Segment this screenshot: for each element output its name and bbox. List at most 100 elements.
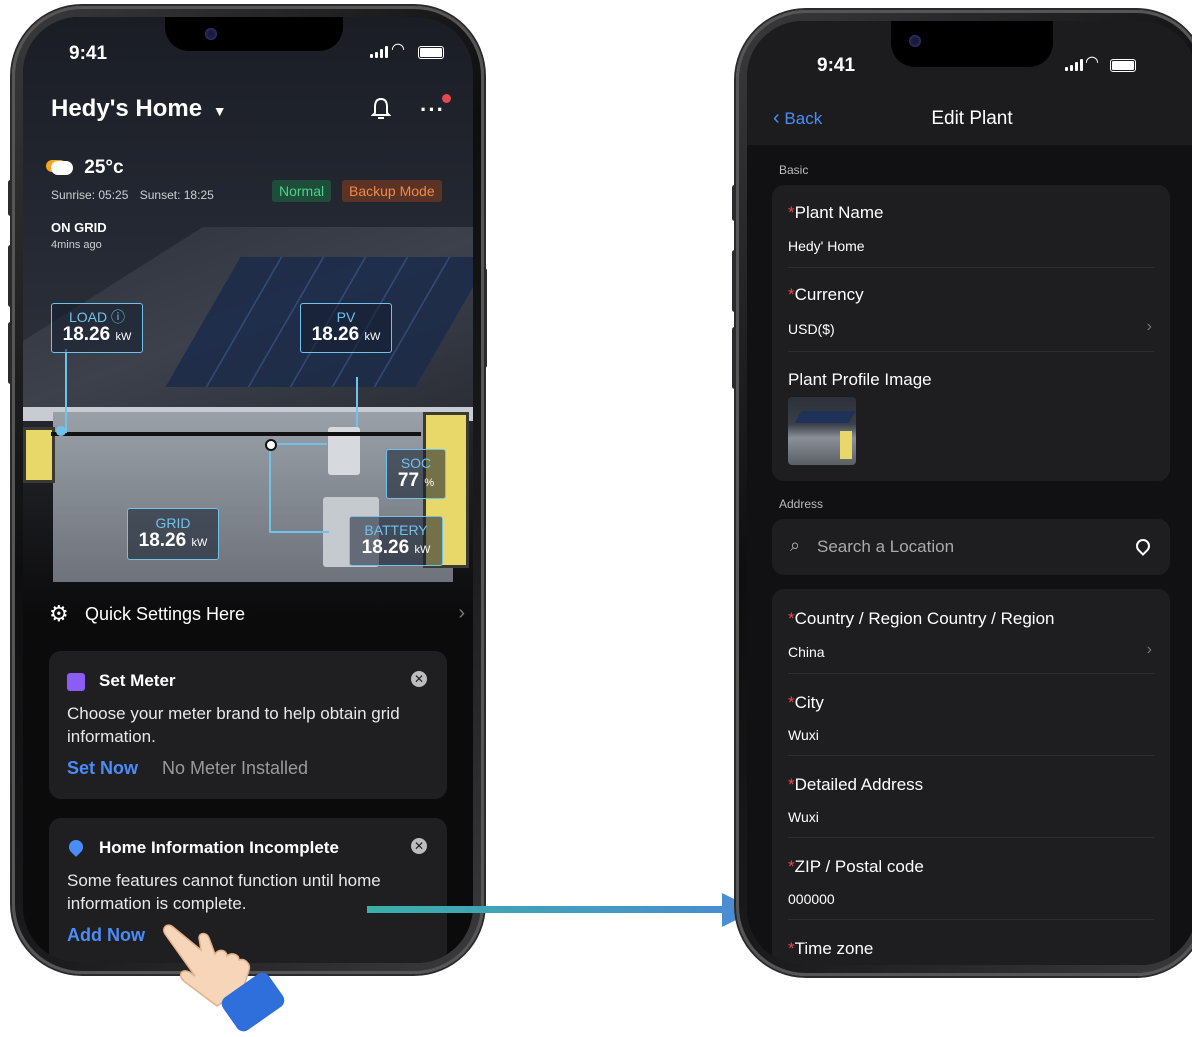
close-icon[interactable]: ✕	[411, 671, 427, 687]
caret-down-icon: ▼	[212, 103, 227, 119]
plant-name-input[interactable]: Hedy' Home	[788, 238, 865, 254]
city-label: *City	[788, 693, 824, 712]
load-value: 18.26 kW	[52, 325, 142, 347]
detailed-address-input[interactable]: Wuxi	[788, 809, 819, 825]
battery-label: BATTERY	[364, 522, 428, 538]
meter-icon	[67, 673, 85, 691]
set-meter-card: Set Meter ✕ Choose your meter brand to h…	[49, 651, 447, 799]
notification-dot	[442, 94, 451, 103]
normal-badge: Normal	[272, 180, 332, 202]
currency-label: *Currency	[788, 285, 864, 304]
sunset: Sunset: 18:25	[139, 188, 214, 202]
basic-card: *Plant Name Hedy' Home *Currency USD($) …	[772, 185, 1170, 481]
grid-tag[interactable]: GRID 18.26 kW	[127, 508, 219, 560]
quick-settings-row[interactable]: ⚙ Quick Settings Here ›	[49, 600, 465, 630]
right-phone-screen: 9:41 ◠ ‹ Back Edit Plant Basic *Plant Na…	[747, 21, 1192, 965]
city-input[interactable]: Wuxi	[788, 727, 819, 743]
grid-wire	[269, 443, 271, 533]
soc-label: SOC	[400, 455, 432, 471]
load-label: LOAD ⓘ	[68, 309, 125, 325]
wifi-icon: ◠	[1085, 54, 1099, 71]
location-icon[interactable]	[1133, 536, 1153, 556]
dynamic-island	[891, 21, 1053, 67]
pv-label: PV	[336, 309, 356, 325]
plant-name-label-text: Plant Name	[794, 203, 884, 222]
city-label-text: City	[794, 693, 824, 712]
detailed-address-label-text: Detailed Address	[794, 775, 924, 794]
country-label: *Country / Region Country / Region	[788, 609, 1055, 628]
grid-unit: kW	[191, 537, 208, 549]
plant-name-label: *Plant Name	[788, 203, 884, 222]
battery-wire	[269, 531, 329, 533]
zip-label-text: ZIP / Postal code	[794, 857, 924, 876]
dynamic-island	[165, 17, 343, 51]
pv-number: 18.26	[311, 324, 360, 345]
grid-value: 18.26 kW	[128, 531, 218, 553]
status-time: 9:41	[817, 55, 856, 76]
soc-value: 77 %	[387, 471, 445, 493]
battery-number: 18.26	[361, 537, 410, 558]
battery-icon	[1110, 59, 1136, 72]
location-pin-icon	[66, 837, 86, 857]
plant-profile-image[interactable]	[788, 397, 856, 465]
left-phone-frame: 9:41 ◠ Hedy's Home ▼ ··· 25°c Sunrise: 0…	[12, 6, 484, 974]
timezone-label-text: Time zone	[794, 939, 874, 958]
grid-number: 18.26	[138, 530, 187, 551]
search-icon: ⌕	[790, 535, 801, 555]
soc-unit: %	[424, 477, 435, 489]
dark-wire	[51, 432, 421, 436]
sunrise: Sunrise: 05:25	[51, 188, 129, 202]
home-title-text: Hedy's Home	[51, 95, 203, 122]
camera-icon	[205, 28, 217, 40]
set-meter-title: Set Meter	[99, 671, 176, 690]
close-icon[interactable]: ✕	[411, 838, 427, 854]
section-basic-label: Basic	[779, 163, 809, 177]
detailed-address-label: *Detailed Address	[788, 775, 924, 794]
search-placeholder: Search a Location	[817, 537, 955, 556]
chevron-right-icon[interactable]: ›	[1147, 318, 1152, 336]
pv-tag[interactable]: PV 18.26 kW	[300, 303, 392, 353]
profile-image-label: Plant Profile Image	[788, 370, 932, 389]
home-title[interactable]: Hedy's Home ▼	[51, 95, 227, 123]
status-bar: 9:41 ◠	[23, 17, 473, 77]
quick-settings-label: Quick Settings Here	[85, 604, 246, 624]
country-select[interactable]: China	[788, 644, 825, 660]
battery-value: 18.26 kW	[350, 538, 442, 560]
battery-unit-label: kW	[414, 544, 431, 556]
set-now-link[interactable]: Set Now	[67, 758, 138, 779]
meter-status: No Meter Installed	[162, 758, 309, 778]
currency-select[interactable]: USD($)	[788, 321, 835, 337]
load-number: 18.26	[62, 324, 111, 345]
currency-label-text: Currency	[794, 285, 864, 304]
section-address-label: Address	[779, 497, 824, 511]
pv-unit: kW	[364, 331, 381, 343]
pv-value: 18.26 kW	[301, 325, 391, 347]
bell-icon[interactable]	[370, 97, 392, 119]
zip-input[interactable]: 000000	[788, 891, 835, 907]
divider	[788, 837, 1154, 838]
divider	[788, 673, 1154, 674]
location-search[interactable]: ⌕ Search a Location	[772, 519, 1170, 575]
soc-tag[interactable]: SOC 77 %	[386, 449, 446, 499]
load-wire	[65, 349, 67, 433]
address-card: *Country / Region Country / Region China…	[772, 589, 1170, 965]
right-phone-frame: 9:41 ◠ ‹ Back Edit Plant Basic *Plant Na…	[736, 10, 1192, 976]
temperature: 25°c	[84, 157, 124, 178]
battery-tag[interactable]: BATTERY 18.26 kW	[349, 516, 443, 566]
status-time: 9:41	[69, 43, 108, 64]
nav-bar: ‹ Back Edit Plant	[747, 95, 1192, 145]
timezone-label: *Time zone	[788, 939, 874, 958]
status-bar: 9:41 ◠	[747, 21, 1192, 95]
sun-times: Sunrise: 05:25 Sunset: 18:25	[51, 188, 214, 202]
chevron-right-icon: ›	[458, 602, 465, 624]
load-tag[interactable]: LOAD ⓘ 18.26 kW	[51, 303, 143, 353]
image-window	[840, 431, 852, 459]
camera-icon	[909, 35, 921, 47]
add-now-link[interactable]: Add Now	[67, 925, 145, 946]
weather: 25°c	[51, 157, 124, 179]
more-icon[interactable]: ···	[420, 97, 445, 123]
soc-number: 77	[397, 470, 420, 491]
chevron-right-icon[interactable]: ›	[1147, 641, 1152, 659]
divider	[788, 267, 1154, 268]
load-unit: kW	[115, 331, 132, 343]
